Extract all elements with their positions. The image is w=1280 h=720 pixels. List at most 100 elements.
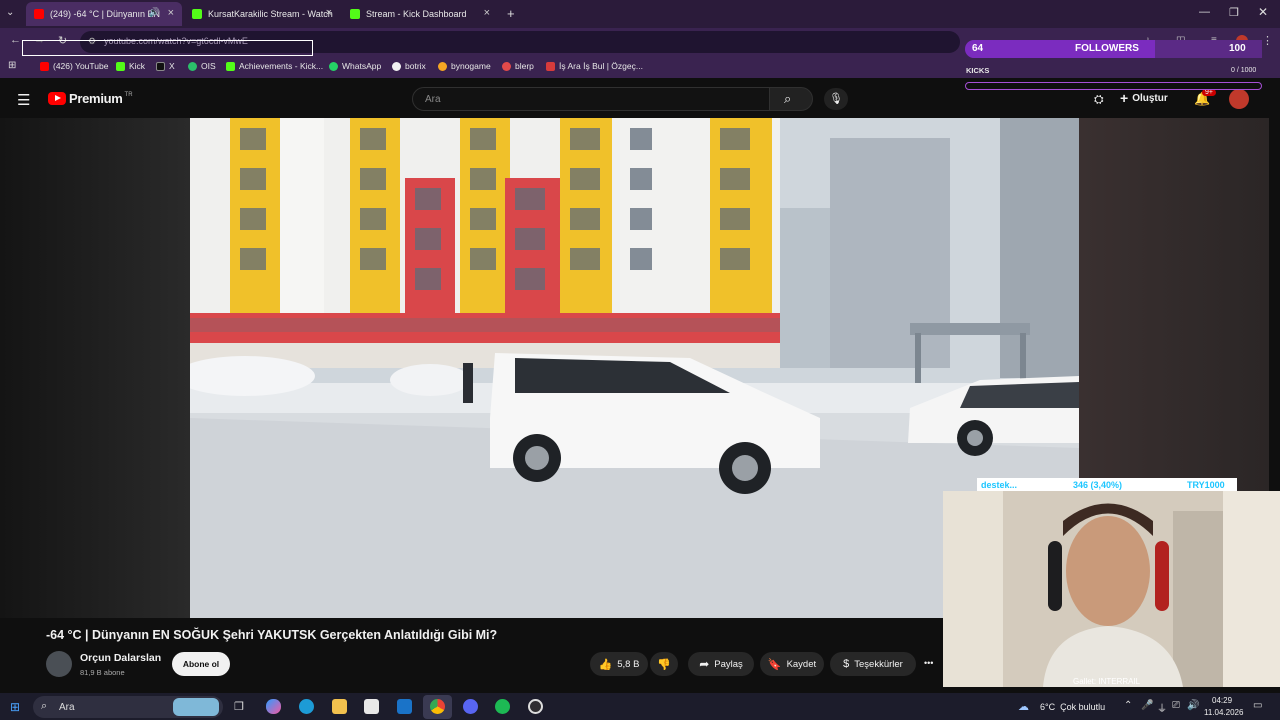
thumbs-up-icon: 👍 [598,658,613,671]
subscribe-button[interactable]: Abone ol [172,652,230,676]
bookmark-whatsapp[interactable]: WhatsApp [329,61,381,71]
network-icon[interactable]: ⎚ [1172,700,1180,711]
create-label: Oluştur [1132,92,1168,104]
bookmark-achievements[interactable]: Achievements - Kick... [226,61,323,71]
usb-icon[interactable]: ⏚ [1157,700,1167,715]
bookmark-x[interactable]: X [156,61,175,71]
tab-kick-dashboard-label: Stream - Kick Dashboard [366,9,467,19]
followers-goal: 100 [1229,43,1246,54]
weather-icon[interactable]: ☁ [1018,700,1029,713]
apps-grid-icon[interactable]: ⊞ [8,60,16,71]
volume-icon[interactable]: 🔊 [1187,700,1199,711]
x-icon [156,61,165,71]
taskbar-search[interactable]: ⌕ Ara [33,696,223,718]
bookmark-bynogame[interactable]: bynogame [438,61,491,71]
tab-kick-watch-label: KursatKarakilic Stream - Watch [208,9,333,19]
mic-tray-icon[interactable]: 🎤 [1141,700,1153,711]
bookmark-label: Kick [129,61,146,71]
share-button[interactable]: ➦ Paylaş [688,652,754,676]
ois-icon [188,61,197,71]
bookmark-blerp[interactable]: blerp [502,61,534,71]
copilot-icon[interactable] [266,699,281,714]
store-icon[interactable] [364,699,379,714]
hamburger-menu-icon[interactable]: ☰ [17,91,30,109]
search-icon: ⌕ [41,700,48,712]
microphone-icon[interactable]: 🎙 [824,88,848,110]
whatsapp-icon [329,61,338,71]
task-view-icon[interactable]: ❐ [234,700,244,713]
clock-date[interactable]: 11.04.2026 [1204,708,1243,717]
youtube-logo[interactable]: Premium TR [48,91,133,106]
browser-tab-strip: ⌄ (249) -64 °C | Dünyanın EN 🔊 × KursatK… [0,0,1280,28]
notification-badge: 9+ [1202,89,1216,96]
youtube-logo-region: TR [124,91,133,98]
close-icon[interactable]: × [168,7,174,19]
windows-start-icon[interactable]: ⊞ [10,700,20,714]
channel-name[interactable]: Orçun Dalarslan [80,652,161,664]
ambient-left [0,118,190,618]
clock-time[interactable]: 04:29 [1212,696,1232,705]
youtube-logo-text: Premium [69,91,123,106]
kicks-value: 0 / 1000 [1231,67,1257,74]
thanks-label: Teşekkürler [854,658,903,670]
video-title: -64 °C | Dünyanın EN SOĞUK Şehri YAKUTSK… [46,628,498,642]
bookmark-label: OIS [201,61,216,71]
like-button[interactable]: 👍 5,8 B [590,652,648,676]
back-icon[interactable]: ← [10,34,21,46]
thumbs-down-icon: 👎 [657,658,671,671]
account-avatar[interactable] [1229,89,1249,109]
edge-icon[interactable] [299,699,314,714]
bookmark-label: blerp [515,61,534,71]
close-icon[interactable]: × [484,7,490,19]
close-icon[interactable]: × [326,7,332,19]
maximize-icon[interactable]: ❐ [1229,6,1239,19]
tab-search-chevron-icon[interactable]: ⌄ [6,7,14,18]
donation-left: destek... [981,480,1018,490]
obs-icon[interactable] [528,699,543,714]
minimize-icon[interactable]: — [1199,6,1210,18]
bookmark-youtube[interactable]: (426) YouTube [40,61,108,71]
kick-icon [192,9,202,19]
search-icon: ⌕ [784,91,792,106]
webcam-overlay: Gallet: INTERRAIL [943,491,1280,687]
create-button[interactable]: + Oluştur [1120,90,1168,106]
close-window-icon[interactable]: ✕ [1258,5,1268,19]
tab-youtube-label: (249) -64 °C | Dünyanın EN [50,9,160,19]
followers-label: FOLLOWERS [1075,43,1139,54]
save-button[interactable]: 🔖 Kaydet [760,652,824,676]
thanks-button[interactable]: $ Teşekkürler [830,652,916,676]
search-button[interactable]: ⌕ [769,87,813,111]
tab-youtube[interactable]: (249) -64 °C | Dünyanın EN 🔊 × [26,2,182,26]
search-placeholder: Ara [425,94,441,105]
bookmark-isara[interactable]: İş Ara İş Bul | Özgeç... [546,61,643,71]
file-explorer-icon[interactable] [332,699,347,714]
bookmark-label: X [169,61,175,71]
discord-icon[interactable] [463,699,478,714]
plus-icon: + [1120,90,1129,106]
donation-goal-bar: destek... 346 (3,40%) TRY1000 [977,478,1237,492]
subscriber-count: 81,9 B abone [80,668,125,677]
blerp-icon [502,61,511,71]
search-input[interactable]: Ara [412,87,770,111]
speaker-icon[interactable]: 🔊 [149,7,160,18]
bookmark-botrix[interactable]: botrix [392,61,426,71]
browser-menu-icon[interactable]: ⋮ [1262,34,1273,47]
kicks-label: KICKS [966,66,990,75]
tab-kick-dashboard[interactable]: Stream - Kick Dashboard × [342,2,498,26]
more-actions-icon[interactable]: ••• [924,658,933,668]
bookmark-kick[interactable]: Kick [116,61,145,71]
weather-text[interactable]: 6°C Çok bulutlu [1040,702,1105,712]
tab-kick-watch[interactable]: KursatKarakilic Stream - Watch × [184,2,340,26]
bookmark-ois[interactable]: OIS [188,61,216,71]
dislike-button[interactable]: 👎 [650,652,678,676]
bynogame-icon [438,61,447,71]
new-tab-button[interactable]: + [507,6,515,21]
mail-icon[interactable] [397,699,412,714]
cast-icon[interactable]: ⛭ [1094,92,1104,107]
notification-center-icon[interactable]: ▭ [1253,700,1262,711]
tray-chevron-icon[interactable]: ⌃ [1124,700,1132,711]
channel-avatar[interactable] [46,651,72,677]
bookmark-icon: 🔖 [767,658,782,671]
spotify-icon[interactable] [495,699,510,714]
chrome-icon[interactable] [430,699,445,714]
